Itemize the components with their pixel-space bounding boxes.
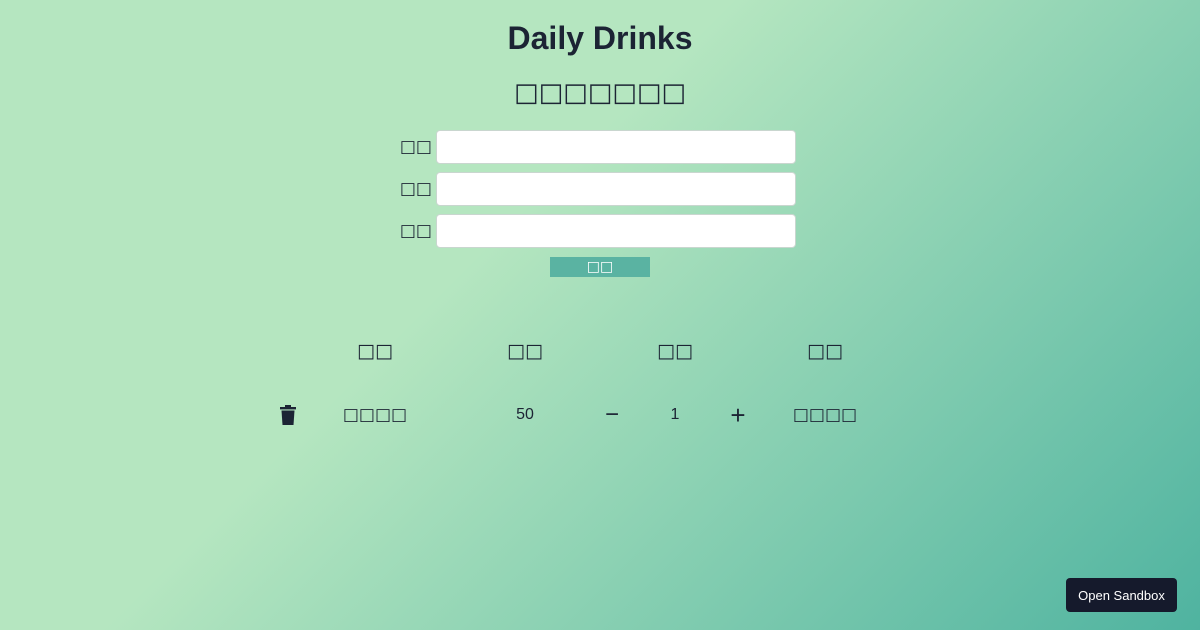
drink-name: □□□□ xyxy=(342,405,408,425)
field-2-label: □□ xyxy=(399,179,432,199)
field-2-input[interactable] xyxy=(436,172,796,206)
column-header-4: □□ xyxy=(807,340,843,362)
form-row-1: □□ xyxy=(396,130,796,164)
plus-icon: + xyxy=(730,399,746,430)
form-heading: □□□□□□□ xyxy=(514,78,686,108)
trash-icon xyxy=(280,405,296,425)
field-3-input[interactable] xyxy=(436,214,796,248)
drink-price: 50 xyxy=(516,406,534,423)
field-3-label: □□ xyxy=(399,221,432,241)
decrement-button[interactable]: − xyxy=(600,401,624,428)
column-header-1: □□ xyxy=(357,340,393,362)
open-sandbox-button[interactable]: Open Sandbox xyxy=(1066,578,1177,612)
form-row-2: □□ xyxy=(396,172,796,206)
field-1-input[interactable] xyxy=(436,130,796,164)
column-header-2: □□ xyxy=(507,340,543,362)
page-title: Daily Drinks xyxy=(507,20,693,56)
delete-button[interactable] xyxy=(276,404,300,426)
column-header-3: □□ xyxy=(657,340,693,362)
app-page: Daily Drinks □□□□□□□ □□ □□ □□ □□ □□ □□ □… xyxy=(0,0,1200,630)
submit-button[interactable]: □□ xyxy=(550,257,650,277)
minus-icon: − xyxy=(604,401,619,428)
field-1-label: □□ xyxy=(399,137,432,157)
increment-button[interactable]: + xyxy=(726,400,750,430)
form-row-3: □□ xyxy=(396,214,796,248)
drink-quantity: 1 xyxy=(670,406,680,423)
drink-subtotal: □□□□ xyxy=(792,405,858,425)
